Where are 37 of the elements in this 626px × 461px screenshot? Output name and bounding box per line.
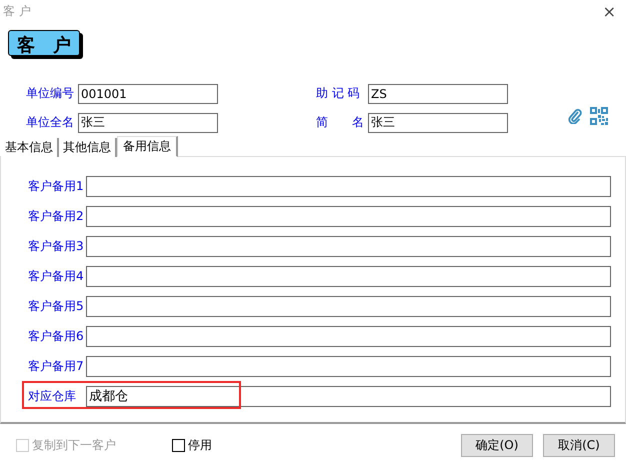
window-title: 客 户 <box>3 2 31 20</box>
field-label: 助 记 码 <box>316 85 361 102</box>
qr-code-icon[interactable] <box>590 107 608 125</box>
close-icon[interactable]: × <box>602 2 616 20</box>
tab[interactable]: 其他信息 <box>59 138 117 157</box>
paperclip-icon[interactable] <box>568 108 582 124</box>
header-button[interactable]: 客 户 <box>8 30 80 56</box>
input-field[interactable]: 张三 <box>78 112 218 132</box>
input-field[interactable] <box>86 176 611 196</box>
input-field[interactable] <box>86 236 611 256</box>
field-label: 单位全名 <box>26 114 75 131</box>
input-field[interactable] <box>86 266 611 286</box>
field-label: 客户备用7 <box>28 358 85 374</box>
input-field[interactable]: 001001 <box>78 84 218 104</box>
input-field[interactable]: ZS <box>368 84 508 104</box>
field-label: 单位编号 <box>26 85 75 102</box>
field-label: 简 名 <box>316 114 365 131</box>
field-label: 客户备用4 <box>28 268 85 284</box>
field-label: 客户备用6 <box>28 328 85 344</box>
checkbox[interactable] <box>172 439 185 452</box>
input-field[interactable] <box>86 326 611 346</box>
dialog-button[interactable]: 取消(C) <box>543 434 615 457</box>
input-field[interactable]: 成都仓 <box>86 386 611 406</box>
input-field[interactable]: 张三 <box>368 112 508 132</box>
input-field[interactable] <box>86 356 611 376</box>
field-label: 对应仓库 <box>28 388 77 404</box>
field-label: 客户备用1 <box>28 178 85 194</box>
checkbox-label: 停用 <box>188 437 212 454</box>
input-field[interactable] <box>86 296 611 316</box>
dialog-button[interactable]: 确定(O) <box>461 434 533 457</box>
input-field[interactable] <box>86 206 611 226</box>
field-label: 客户备用3 <box>28 238 85 254</box>
field-label: 客户备用2 <box>28 208 85 224</box>
field-label: 客户备用5 <box>28 298 85 314</box>
tab[interactable]: 基本信息 <box>1 138 59 157</box>
checkbox-label: 复制到下一客户 <box>32 437 116 454</box>
tab[interactable]: 备用信息 <box>117 136 178 157</box>
